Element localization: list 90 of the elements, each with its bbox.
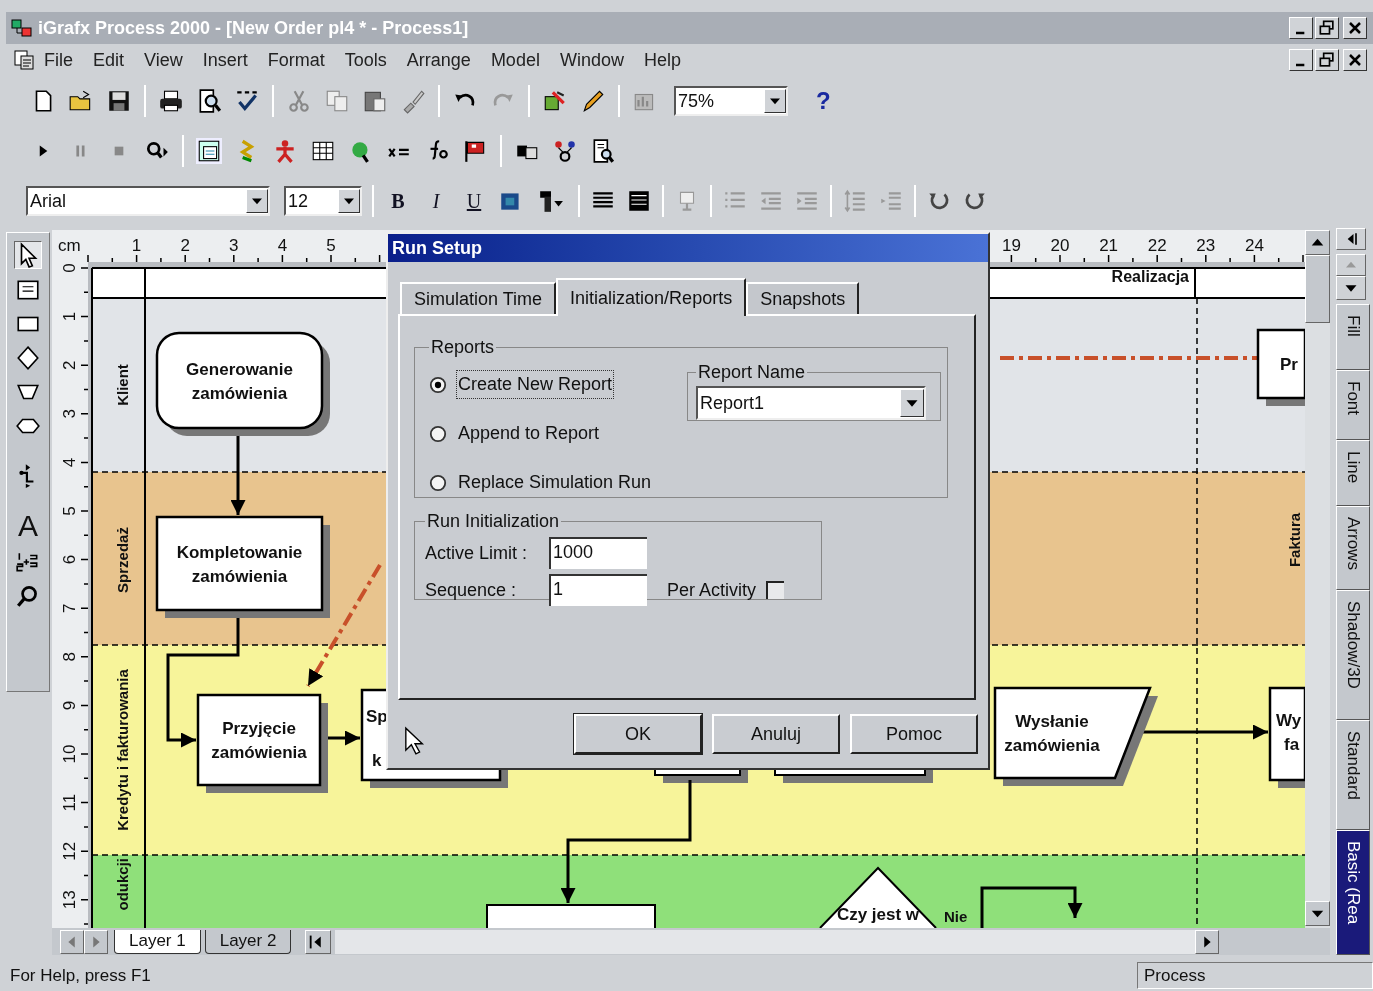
ruler-number: 8	[60, 652, 79, 662]
ruler-number: 13	[60, 890, 79, 910]
ruler-unit: cm	[58, 236, 81, 255]
dialog-button[interactable]: Pomoc	[850, 714, 978, 754]
menu-item[interactable]: Arrange	[406, 46, 471, 74]
field-label: Sequence :	[425, 578, 518, 602]
side-tab[interactable]: Standard	[1336, 720, 1370, 830]
lane-header-title: Realizacja	[1111, 268, 1189, 285]
report-name-dropdown[interactable]: Report1	[696, 386, 926, 420]
dialog-button[interactable]: Anuluj	[712, 714, 840, 754]
shape-label: Przyjęcie zamówienia	[211, 719, 307, 762]
ruler-number: 3	[229, 236, 239, 255]
connector-label: Nie	[944, 908, 968, 925]
ruler-number: 11	[60, 793, 79, 812]
group-label: Reports	[430, 336, 496, 359]
input-field[interactable]: 1	[549, 574, 647, 606]
side-tab[interactable]: Arrows	[1336, 506, 1370, 590]
menu-item[interactable]: View	[144, 46, 183, 74]
style-button[interactable]: U	[460, 186, 488, 216]
field-label: Active Limit :	[425, 541, 529, 565]
dialog-button[interactable]: OK	[574, 714, 702, 754]
style-button[interactable]: B	[384, 186, 412, 216]
ruler-number: 5	[326, 236, 336, 255]
shape-label: Czy jest w	[836, 905, 920, 924]
layer-tab[interactable]: Layer 1	[114, 929, 201, 954]
shape-label: Pr	[1280, 355, 1298, 374]
ruler-number: 1	[131, 236, 142, 255]
side-tab[interactable]: Line	[1336, 440, 1370, 506]
ruler-number: 6	[60, 554, 79, 565]
layer-tab[interactable]: Layer 2	[204, 929, 292, 954]
lane-label: Kredytu i fakturowania	[114, 669, 131, 831]
ruler-number: 7	[60, 603, 79, 613]
ruler-number: 4	[277, 236, 288, 255]
side-tab[interactable]: Font	[1336, 370, 1370, 440]
menu-item[interactable]: Edit	[93, 46, 125, 74]
ruler-number: 12	[60, 841, 79, 861]
text-tool[interactable]: A	[18, 511, 38, 541]
ruler-number: 3	[60, 409, 79, 419]
side-tab[interactable]: Fill	[1336, 304, 1370, 370]
ruler-number: 22	[1147, 236, 1167, 255]
shape-label: Generowanie zamówienia	[186, 359, 293, 403]
ruler-number: 9	[60, 700, 79, 711]
shape-label: Wy fa	[1276, 711, 1302, 754]
radio-label: Create New Report	[457, 371, 614, 398]
ruler-number: 23	[1196, 236, 1216, 255]
checkbox-label: Per Activity	[667, 578, 757, 602]
shape-label: Sp k	[366, 707, 388, 770]
group-label: Run Initialization	[426, 510, 561, 533]
radio-label: Append to Report	[457, 422, 601, 445]
style-button[interactable]: I	[422, 186, 450, 216]
radio-label: Replace Simulation Run	[457, 471, 653, 494]
zoom-dropdown[interactable]: 75%	[674, 86, 788, 116]
menu-item[interactable]: File	[44, 46, 73, 74]
tab[interactable]: Simulation Time	[400, 282, 557, 314]
lane-label: Klient	[114, 364, 131, 406]
ruler-number: 0	[60, 263, 79, 273]
side-tab[interactable]: Basic (Rea	[1336, 830, 1370, 955]
ruler-number: 19	[1001, 236, 1021, 255]
lane-label: Faktura	[1286, 512, 1303, 568]
ruler-number: 10	[60, 744, 79, 764]
lane-label: Sprzedaż	[114, 527, 131, 593]
ruler-number: 1	[60, 311, 79, 322]
tab[interactable]: Initialization/Reports	[556, 278, 747, 316]
shape-label: Wysłanie zamówienia	[1004, 712, 1100, 755]
shape-label: Kompletowanie zamówienia	[176, 542, 303, 586]
font-size-dropdown[interactable]: 12	[284, 186, 362, 216]
ruler-number: 24	[1244, 236, 1264, 255]
input-field[interactable]: 1000	[549, 537, 647, 569]
ruler-number: 2	[60, 360, 79, 370]
help-button[interactable]: ?	[816, 83, 831, 119]
tab[interactable]: Snapshots	[746, 282, 860, 314]
ruler-number: 4	[60, 457, 79, 468]
dialog-title: Run Setup	[392, 236, 482, 260]
status-panel: Process	[1137, 962, 1373, 989]
window-title: iGrafx Process 2000 - [New Order pl4 * - Process1]	[38, 16, 469, 40]
font-dropdown[interactable]: Arial	[26, 186, 270, 216]
ruler-number: 21	[1099, 236, 1119, 255]
menu-item[interactable]: Tools	[344, 46, 387, 74]
lane-label: odukcji	[114, 858, 131, 911]
menu-item[interactable]: Window	[559, 46, 624, 74]
ruler-number: 5	[60, 506, 79, 516]
menu-item[interactable]: Insert	[202, 46, 248, 74]
ruler-number: 2	[180, 236, 190, 255]
menu-item[interactable]: Model	[490, 46, 540, 74]
ruler-number: 20	[1050, 236, 1070, 255]
menu-item[interactable]: Format	[267, 46, 325, 74]
group-label: Report Name	[697, 361, 807, 384]
side-tab[interactable]: Shadow/3D	[1336, 590, 1370, 720]
status-text: For Help, press F1	[10, 964, 151, 987]
menu-item[interactable]: Help	[643, 46, 681, 74]
